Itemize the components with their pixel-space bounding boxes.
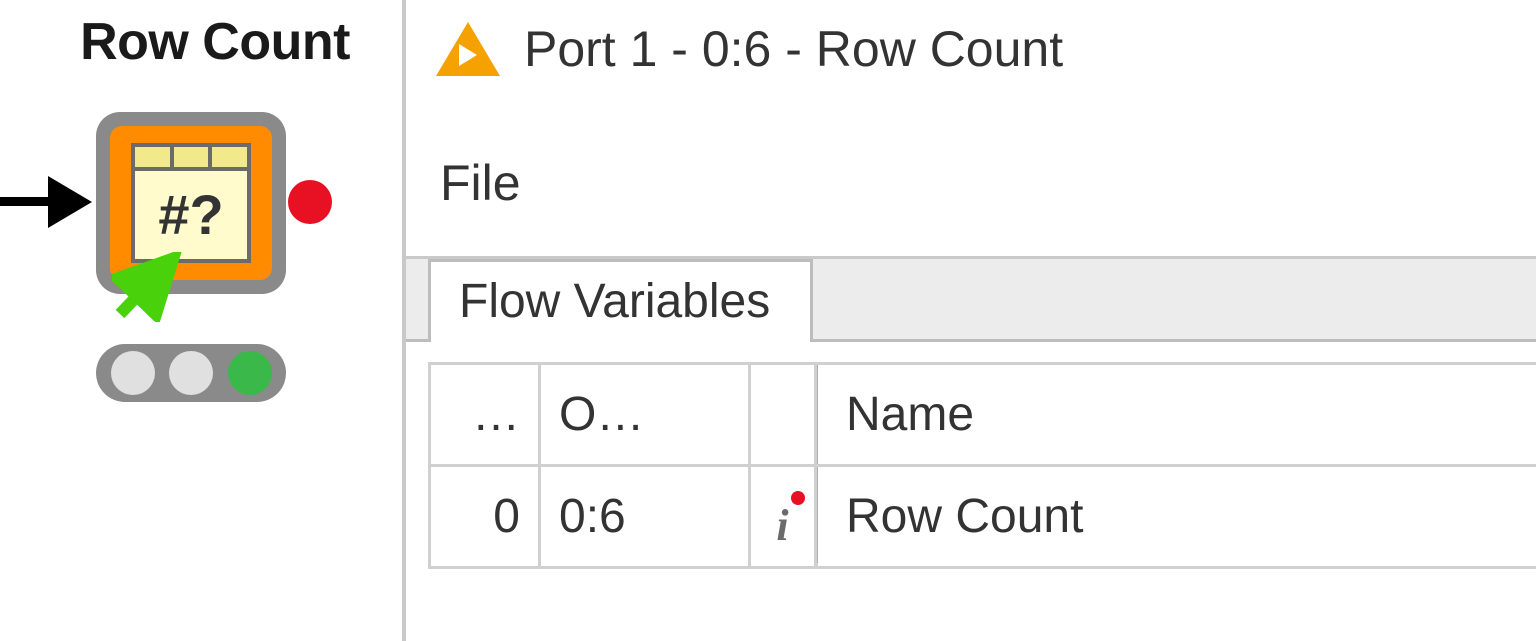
flow-variables-table[interactable]: … O… Name Val 0 0:6 i Row Count 42 bbox=[428, 362, 1536, 569]
node-status-indicator bbox=[96, 344, 286, 402]
tab-strip: Flow Variables bbox=[406, 256, 1536, 342]
node-input-port-icon[interactable] bbox=[48, 176, 92, 228]
cell-type[interactable]: i bbox=[751, 467, 817, 566]
column-header-owner[interactable]: O… bbox=[541, 365, 751, 467]
flow-variable-marker-icon bbox=[791, 491, 805, 505]
flow-variable-out-port-icon[interactable] bbox=[288, 180, 332, 224]
node[interactable]: #? bbox=[96, 112, 286, 294]
status-dot-red bbox=[111, 351, 155, 395]
cell-index[interactable]: 0 bbox=[431, 467, 541, 566]
tab-flow-variables[interactable]: Flow Variables bbox=[428, 259, 813, 342]
node-input-connector bbox=[0, 197, 50, 206]
node-glyph-text: #? bbox=[135, 171, 247, 259]
status-dot-green bbox=[228, 351, 272, 395]
cell-owner[interactable]: 0:6 bbox=[541, 467, 751, 566]
node-body: #? bbox=[110, 126, 272, 280]
column-header-type[interactable] bbox=[751, 365, 817, 467]
workflow-canvas[interactable]: Row Count #? bbox=[0, 0, 406, 641]
menu-file[interactable]: File bbox=[440, 155, 521, 211]
column-header-index[interactable]: … bbox=[431, 365, 541, 467]
port-output-panel: Port 1 - 0:6 - Row Count File Flow Varia… bbox=[406, 0, 1536, 641]
panel-title: Port 1 - 0:6 - Row Count bbox=[524, 20, 1063, 78]
node-title: Row Count bbox=[28, 12, 402, 72]
status-dot-yellow bbox=[169, 351, 213, 395]
cell-name[interactable]: Row Count bbox=[818, 467, 1536, 566]
warning-play-icon bbox=[436, 22, 500, 76]
integer-type-icon: i bbox=[776, 501, 788, 550]
row-count-node-icon: #? bbox=[131, 143, 251, 263]
column-header-name[interactable]: Name bbox=[818, 365, 1536, 467]
